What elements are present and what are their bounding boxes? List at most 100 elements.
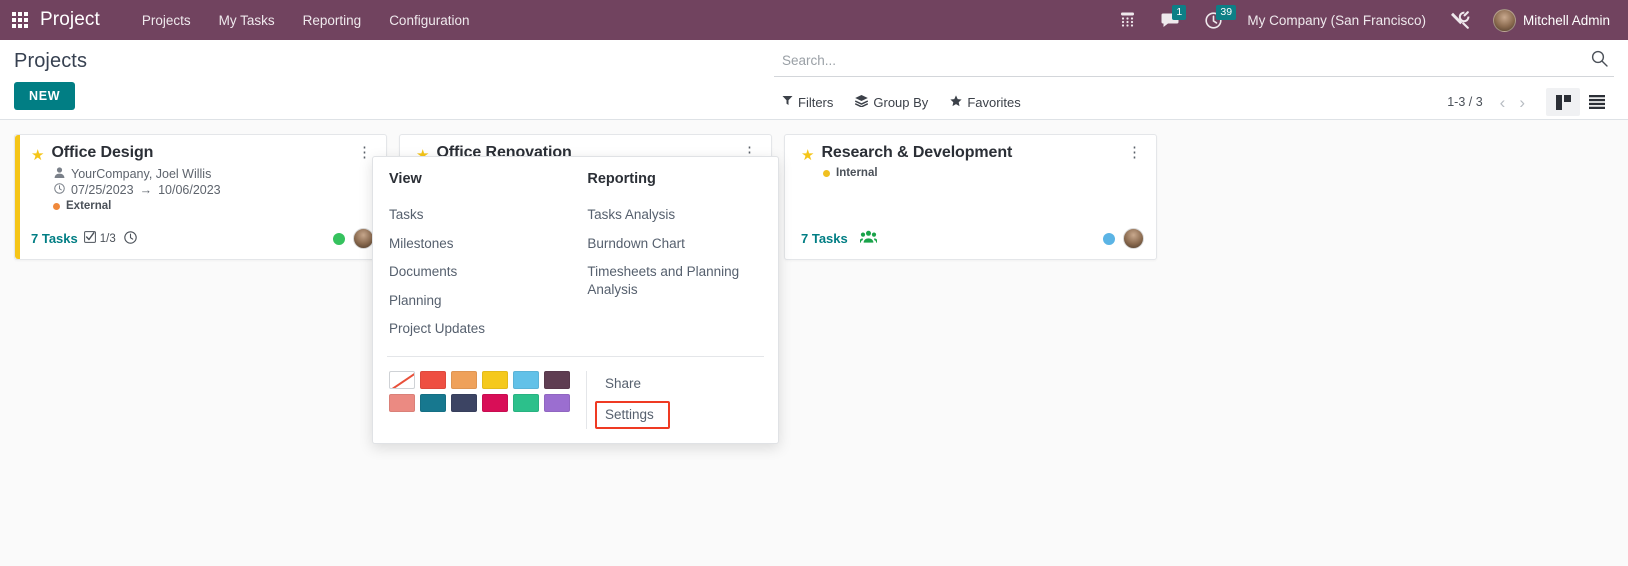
color-swatch-navy[interactable] (451, 393, 477, 412)
group-by-dropdown[interactable]: Group By (855, 94, 929, 110)
color-swatch-salmon[interactable] (389, 393, 415, 412)
card-title[interactable]: Office Design (51, 144, 153, 162)
card-tag-label: Internal (836, 167, 878, 179)
apps-grid-icon[interactable] (0, 0, 40, 40)
card-dates: 07/25/2023 → 10/06/2023 (53, 183, 374, 197)
new-button[interactable]: NEW (14, 82, 76, 110)
pager-count: 1-3 / 3 (1447, 95, 1483, 109)
card-body: ★ Office Design ⋮ YourCompany, Joel Will… (15, 135, 386, 220)
card-footer-right (333, 228, 374, 249)
search-bar[interactable] (774, 46, 1614, 77)
menu-item-project-updates[interactable]: Project Updates (389, 315, 555, 344)
dropdown-view-column: View Tasks Milestones Documents Planning… (373, 171, 571, 344)
dropdown-reporting-header: Reporting (587, 171, 656, 187)
color-swatch-yellow[interactable] (482, 370, 508, 389)
kanban-card-office-design[interactable]: ★ Office Design ⋮ YourCompany, Joel Will… (14, 134, 387, 260)
tasks-count-link[interactable]: 7 Tasks (31, 231, 78, 246)
nav-item-configuration[interactable]: Configuration (375, 3, 483, 38)
color-row-1 (389, 370, 570, 389)
favorites-label: Favorites (967, 94, 1021, 110)
nav-item-projects[interactable]: Projects (128, 3, 205, 38)
avatar[interactable] (1123, 228, 1144, 249)
card-meta: YourCompany, Joel Willis 07/25/2023 → 10… (31, 167, 374, 212)
star-icon[interactable]: ★ (31, 146, 44, 164)
card-date-start: 07/25/2023 (71, 183, 134, 197)
search-input[interactable] (782, 53, 1591, 68)
tools-wrench-icon[interactable] (1438, 0, 1483, 40)
card-tag-label: External (66, 200, 112, 212)
color-swatch-dark-purple[interactable] (544, 370, 570, 389)
status-badge[interactable] (333, 232, 345, 245)
color-swatch-teal[interactable] (420, 393, 446, 412)
telephone-keypad-icon[interactable] (1107, 0, 1148, 40)
chevron-left-icon[interactable]: ‹ (1495, 94, 1511, 111)
list-view-icon[interactable] (1580, 88, 1614, 116)
person-icon (53, 167, 65, 181)
dropdown-view-header: View (389, 171, 422, 187)
menu-item-settings[interactable]: Settings (595, 400, 670, 429)
menu-item-burndown-chart[interactable]: Burndown Chart (587, 230, 762, 259)
card-body: ★ Research & Development ⋮ Internal (785, 135, 1156, 220)
user-menu[interactable]: Mitchell Admin (1483, 8, 1616, 32)
favorites-dropdown[interactable]: Favorites (950, 94, 1021, 110)
group-by-label: Group By (873, 94, 929, 110)
card-footer: 7 Tasks 1/3 (15, 220, 386, 259)
control-panel-right: Filters Group By Favorites (774, 40, 1614, 119)
menu-item-tasks-analysis[interactable]: Tasks Analysis (587, 201, 762, 230)
navbar-right-group: 1 39 My Company (San Francisco) Mitchell… (1107, 0, 1616, 40)
nav-item-reporting[interactable]: Reporting (289, 3, 376, 38)
messages-badge: 1 (1172, 5, 1187, 20)
activities-badge: 39 (1216, 5, 1237, 20)
card-footer-right (1103, 228, 1144, 249)
search-icon[interactable] (1591, 50, 1612, 71)
kanban-view-icon[interactable] (1546, 88, 1580, 116)
view-switcher (1546, 88, 1614, 116)
color-swatch-red[interactable] (420, 370, 446, 389)
users-group-icon[interactable] (858, 230, 878, 247)
card-title-row: ★ Research & Development (801, 144, 1144, 164)
clock-icon (53, 183, 65, 197)
menu-item-milestones[interactable]: Milestones (389, 230, 555, 259)
messages-menu-button[interactable]: 1 (1148, 0, 1192, 40)
vertical-dots-icon[interactable]: ⋮ (1121, 143, 1148, 162)
color-picker (373, 370, 586, 429)
card-tag: Internal (823, 167, 1144, 179)
menu-item-timesheets-planning-analysis[interactable]: Timesheets and Planning Analysis (587, 258, 762, 304)
menu-item-tasks[interactable]: Tasks (389, 201, 555, 230)
avatar (1492, 8, 1516, 32)
chevron-right-icon[interactable]: › (1514, 94, 1530, 111)
nav-item-my-tasks[interactable]: My Tasks (205, 3, 289, 38)
color-swatch-green[interactable] (513, 393, 539, 412)
tag-dot-icon (823, 169, 830, 177)
kanban-card-research-development[interactable]: ★ Research & Development ⋮ Internal 7 Ta… (784, 134, 1157, 260)
dropdown-reporting-column: Reporting Tasks Analysis Burndown Chart … (571, 171, 778, 344)
menu-item-planning[interactable]: Planning (389, 287, 555, 316)
top-navbar: Project Projects My Tasks Reporting Conf… (0, 0, 1628, 40)
star-icon (950, 94, 962, 110)
card-date-arrow: → (139, 183, 153, 197)
filters-dropdown[interactable]: Filters (782, 95, 833, 110)
menu-item-share[interactable]: Share (603, 371, 762, 397)
color-swatch-purple[interactable] (544, 393, 570, 412)
filters-row: Filters Group By Favorites 1-3 / 3 ‹ › (774, 77, 1614, 116)
star-icon[interactable]: ★ (801, 146, 814, 164)
tasks-count-link[interactable]: 7 Tasks (801, 231, 848, 246)
clock-icon[interactable] (124, 230, 137, 247)
avatar[interactable] (353, 228, 374, 249)
color-swatch-no-color[interactable] (389, 370, 415, 389)
status-badge[interactable] (1103, 232, 1115, 245)
card-title[interactable]: Research & Development (821, 144, 1012, 162)
color-swatch-light-blue[interactable] (513, 370, 539, 389)
color-row-2 (389, 393, 570, 412)
card-meta: Internal (801, 167, 1144, 179)
app-brand-title[interactable]: Project (40, 9, 100, 31)
color-swatch-orange[interactable] (451, 370, 477, 389)
activities-menu-button[interactable]: 39 (1192, 0, 1237, 40)
card-title-row: ★ Office Design (31, 144, 374, 164)
dropdown-actions: Share Settings (586, 370, 778, 429)
control-panel-left: Projects NEW (14, 40, 774, 119)
menu-item-documents[interactable]: Documents (389, 258, 555, 287)
color-swatch-magenta[interactable] (482, 393, 508, 412)
milestone-count: 1/3 (99, 232, 116, 245)
company-switcher[interactable]: My Company (San Francisco) (1235, 13, 1438, 28)
